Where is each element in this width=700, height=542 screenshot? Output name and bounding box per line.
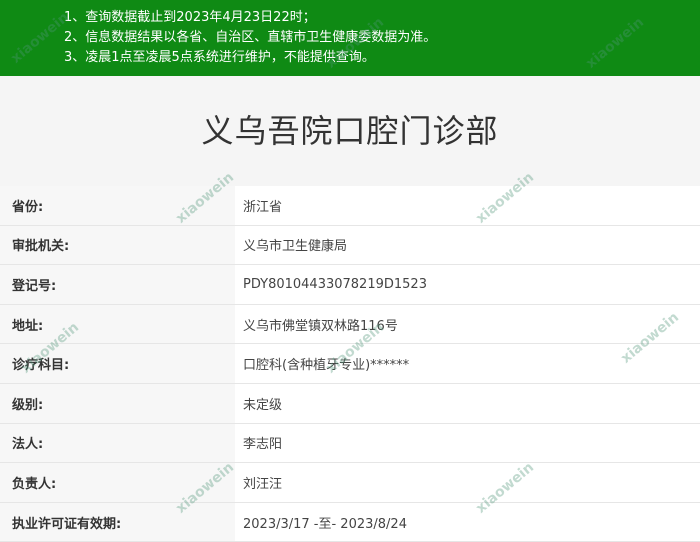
row-label: 执业许可证有效期: (0, 502, 235, 542)
page-title: 义乌吾院口腔门诊部 (201, 112, 499, 150)
table-row: 省份: 浙江省 (0, 186, 700, 226)
row-value: 李志阳 (243, 437, 283, 453)
row-value: 2023/3/17 -至- 2023/8/24 (243, 516, 407, 532)
table-row: 审批机关: 义乌市卫生健康局 (0, 225, 700, 266)
notice-line-2: 2、信息数据结果以各省、自治区、直辖市卫生健康委数据为准。 (64, 30, 437, 45)
table-row: 诊疗科目: 口腔科(含种植牙专业)****** (0, 344, 700, 384)
row-value: 义乌市佛堂镇双林路116号 (243, 318, 398, 334)
table-row: 登记号: PDY80104433078219D1523 (0, 265, 700, 305)
row-label: 地址: (0, 304, 235, 344)
row-label: 负责人: (0, 463, 235, 502)
row-label: 诊疗科目: (0, 344, 235, 383)
table-row: 法人: 李志阳 (0, 423, 700, 464)
row-value: 未定级 (243, 397, 283, 413)
row-value: 义乌市卫生健康局 (243, 239, 348, 255)
table-row: 地址: 义乌市佛堂镇双林路116号 (0, 304, 700, 345)
row-label: 审批机关: (0, 225, 235, 265)
row-label: 级别: (0, 383, 235, 423)
row-value: 浙江省 (243, 199, 283, 215)
table-row: 级别: 未定级 (0, 383, 700, 424)
row-value: PDY80104433078219D1523 (243, 276, 427, 292)
row-value: 刘汪汪 (243, 476, 283, 492)
row-value: 口腔科(含种植牙专业)****** (243, 358, 410, 374)
notice-line-3: 3、凌晨1点至凌晨5点系统进行维护，不能提供查询。 (64, 50, 375, 65)
notice-line-1: 1、查询数据截止到2023年4月23日22时； (64, 10, 316, 25)
table-row: 负责人: 刘汪汪 (0, 463, 700, 503)
row-label: 登记号: (0, 265, 235, 304)
table-row: 执业许可证有效期: 2023/3/17 -至- 2023/8/24 (0, 502, 700, 542)
info-table: 省份: 浙江省 审批机关: 义乌市卫生健康局 登记号: PDY801044330… (0, 186, 700, 542)
row-label: 省份: (0, 186, 235, 225)
row-label: 法人: (0, 423, 235, 463)
notice-banner: 1、查询数据截止到2023年4月23日22时； 2、信息数据结果以各省、自治区、… (0, 0, 700, 76)
